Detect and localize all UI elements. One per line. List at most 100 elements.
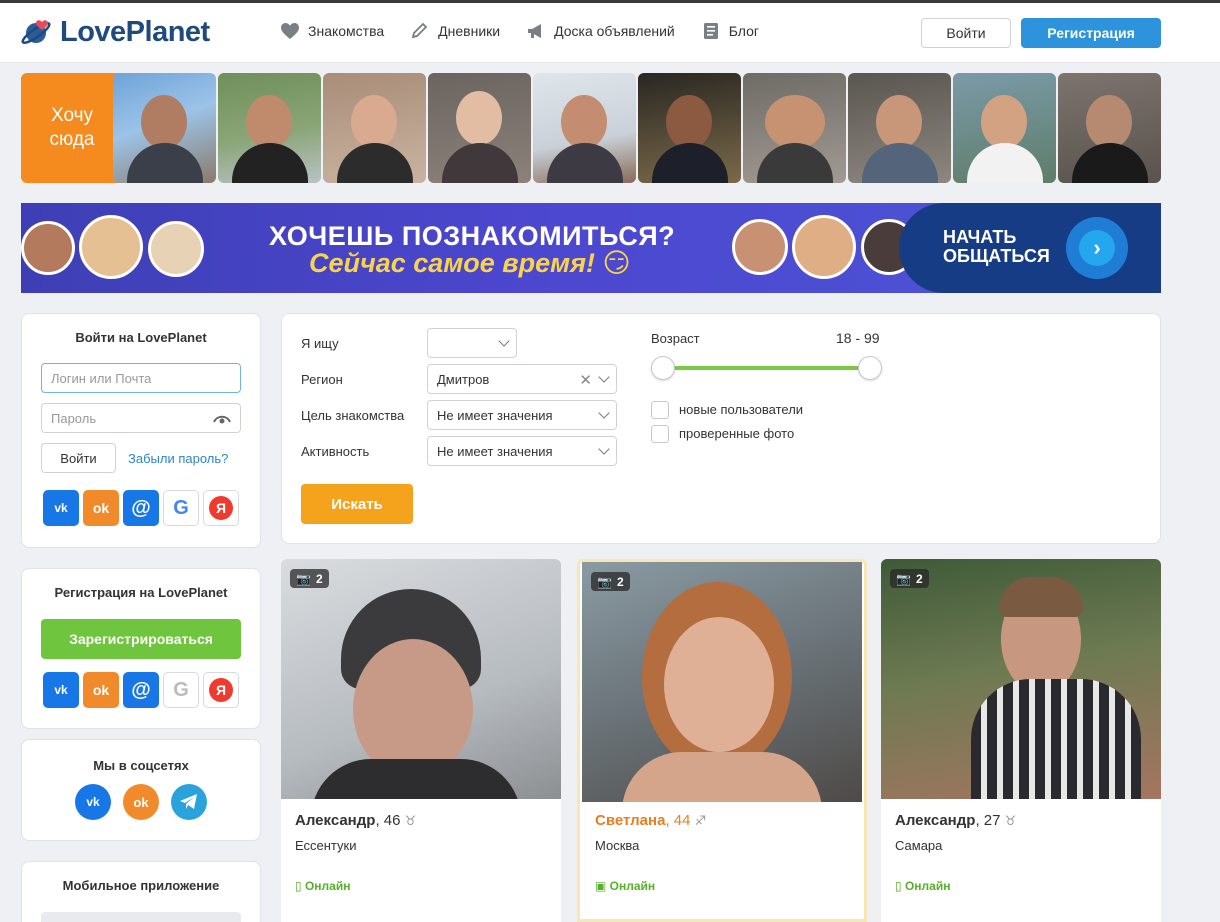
profile-name[interactable]: Александр: [895, 812, 975, 829]
profile-card-featured[interactable]: 📷 2 Светлана, 44 ♐ Москва ▣ Онлайн: [577, 559, 867, 922]
strip-photo[interactable]: [218, 73, 321, 183]
looking-for-select[interactable]: [427, 328, 517, 358]
strip-photo[interactable]: [428, 73, 531, 183]
header-login-button[interactable]: Войти: [921, 18, 1011, 48]
new-users-checkbox[interactable]: [651, 401, 669, 419]
vk-register-button[interactable]: vk: [43, 672, 79, 708]
photo-count-badge: 📷 2: [290, 569, 329, 588]
profile-photo[interactable]: [582, 562, 862, 802]
online-status: ▯ Онлайн: [895, 879, 950, 893]
google-register-button[interactable]: G: [163, 672, 199, 708]
telegram-social-link[interactable]: [171, 784, 207, 820]
search-button[interactable]: Искать: [301, 484, 413, 524]
region-select[interactable]: Дмитров ✕: [427, 364, 617, 394]
profile-age: , 44: [665, 812, 691, 829]
photo-count: 2: [915, 571, 923, 586]
header-register-button[interactable]: Регистрация: [1021, 18, 1161, 48]
chevron-down-icon: [598, 371, 610, 383]
google-login-button[interactable]: G: [163, 490, 199, 526]
profile-name-line: Александр, 27 ♉: [895, 812, 1016, 829]
strip-photo[interactable]: [638, 73, 741, 183]
strip-photo[interactable]: [848, 73, 951, 183]
at-icon: @: [131, 678, 151, 701]
forgot-password-link[interactable]: Забыли пароль?: [128, 451, 228, 466]
logo[interactable]: LovePlanet: [21, 15, 210, 49]
online-status: ▣ Онлайн: [595, 879, 655, 893]
profile-card[interactable]: 📷 2 Александр, 27 ♉ Самара ▯ Онлайн: [881, 559, 1161, 922]
app-store-button[interactable]: [41, 912, 241, 922]
profile-name[interactable]: Александр: [295, 812, 375, 829]
profile-card[interactable]: 📷 2 Александр, 46 ♉ Ессентуки ▯ Онлайн: [281, 559, 561, 922]
nav-blog-label: Блог: [728, 23, 759, 39]
pencil-icon: [411, 22, 428, 39]
login-placeholder: Логин или Почта: [51, 370, 152, 386]
promo-banner[interactable]: ХОЧЕШЬ ПОЗНАКОМИТЬСЯ? Сейчас самое время…: [21, 203, 1161, 293]
zodiac-icon: ♉: [1004, 813, 1017, 828]
mobile-icon: ▯: [295, 879, 305, 893]
start-chatting-cta[interactable]: НАЧАТЬ ОБЩАТЬСЯ ›: [899, 203, 1161, 293]
age-min-handle[interactable]: [651, 356, 675, 380]
profile-city: Москва: [595, 838, 640, 853]
activity-select[interactable]: Не имеет значения: [427, 436, 617, 466]
strip-photo[interactable]: [743, 73, 846, 183]
strip-photo[interactable]: [1058, 73, 1161, 183]
age-max-handle[interactable]: [858, 356, 882, 380]
strip-photo[interactable]: [323, 73, 426, 183]
vk-login-button[interactable]: vk: [43, 490, 79, 526]
profile-city: Самара: [895, 838, 943, 853]
mobile-icon: ▯: [895, 879, 905, 893]
looking-for-label: Я ищу: [301, 336, 339, 351]
nav-blog[interactable]: Блог: [701, 22, 759, 40]
ok-register-button[interactable]: ok: [83, 672, 119, 708]
strip-photo[interactable]: [113, 73, 216, 183]
register-button[interactable]: Зарегистрироваться: [41, 619, 241, 659]
age-slider-track[interactable]: [663, 366, 869, 370]
profile-name-line: Александр, 46 ♉: [295, 812, 416, 829]
activity-value: Не имеет значения: [437, 443, 553, 459]
password-placeholder: Пароль: [51, 410, 97, 426]
ok-social-link[interactable]: ok: [123, 784, 159, 820]
goal-select[interactable]: Не имеет значения: [427, 400, 617, 430]
goal-label: Цель знакомства: [301, 408, 405, 423]
online-label: Онлайн: [904, 879, 951, 893]
nav-diaries[interactable]: Дневники: [410, 22, 500, 40]
login-submit-button[interactable]: Войти: [41, 443, 116, 473]
vk-icon: vk: [54, 501, 68, 515]
yandex-register-button[interactable]: Я: [203, 672, 239, 708]
notebook-icon: [703, 23, 718, 39]
zodiac-icon: ♐: [694, 813, 707, 828]
nav-board[interactable]: Доска объявлений: [526, 22, 675, 40]
online-label: Онлайн: [609, 879, 656, 893]
strip-photo[interactable]: [953, 73, 1056, 183]
password-input[interactable]: Пароль: [41, 403, 241, 433]
mail-login-button[interactable]: @: [123, 490, 159, 526]
vk-social-link[interactable]: vk: [75, 784, 111, 820]
chevron-right-icon: ›: [1079, 230, 1115, 266]
profile-name[interactable]: Светлана: [595, 812, 665, 829]
yandex-icon: Я: [209, 678, 233, 702]
banner-avatar: [21, 221, 75, 275]
region-value: Дмитров: [437, 371, 490, 387]
yandex-login-button[interactable]: Я: [203, 490, 239, 526]
odnoklassniki-icon: ok: [133, 794, 149, 810]
goal-value: Не имеет значения: [437, 407, 553, 423]
ok-login-button[interactable]: ok: [83, 490, 119, 526]
photo-count-badge: 📷 2: [890, 569, 929, 588]
eye-icon[interactable]: [213, 414, 231, 424]
login-input[interactable]: Логин или Почта: [41, 363, 241, 393]
verified-photo-checkbox[interactable]: [651, 425, 669, 443]
profile-photo[interactable]: [281, 559, 561, 799]
profile-photo[interactable]: [881, 559, 1161, 799]
login-card-title: Войти на LovePlanet: [75, 330, 207, 345]
mail-register-button[interactable]: @: [123, 672, 159, 708]
banner-avatar: [732, 219, 788, 275]
strip-photo[interactable]: [533, 73, 636, 183]
cta-arrow-button[interactable]: ›: [1066, 217, 1128, 279]
want-here-button[interactable]: Хочу сюда: [21, 73, 123, 183]
nav-dating[interactable]: Знакомства: [280, 22, 384, 40]
vk-icon: vk: [86, 795, 100, 809]
nav-diaries-label: Дневники: [438, 23, 501, 39]
clear-icon[interactable]: ✕: [579, 371, 592, 389]
photo-count: 2: [315, 571, 323, 586]
nav-dating-label: Знакомства: [308, 23, 385, 39]
